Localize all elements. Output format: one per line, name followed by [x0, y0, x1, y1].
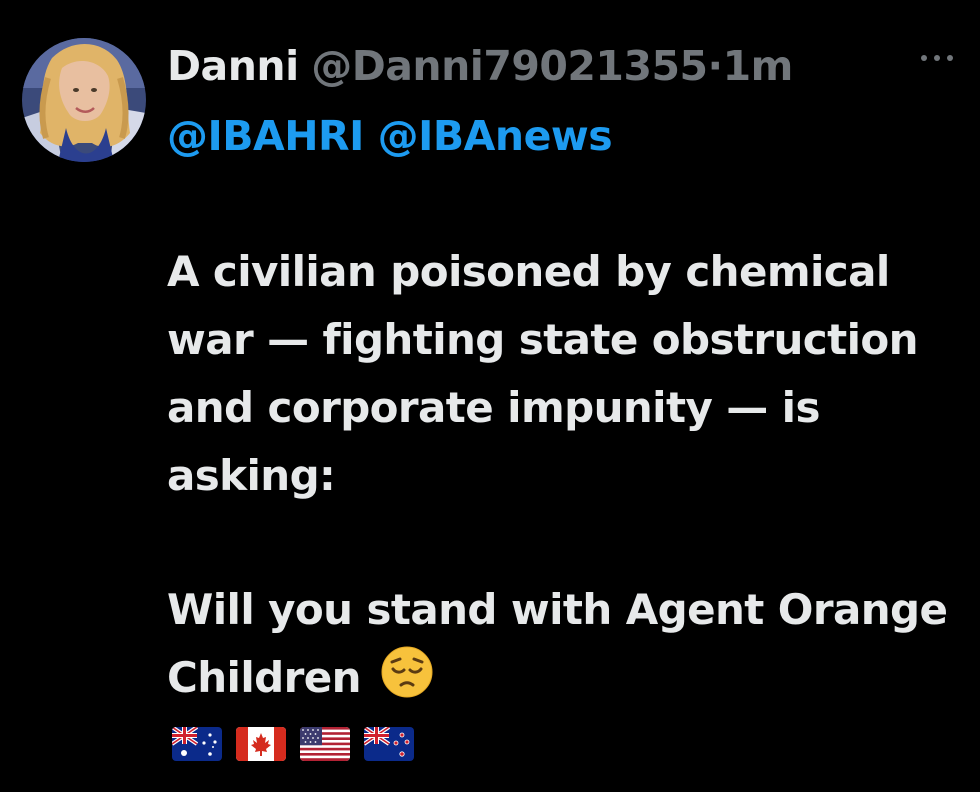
pensive-face-icon — [381, 646, 433, 698]
mention-link[interactable]: @IBAnews — [378, 112, 613, 160]
post-header: Danni @Danni79021355·1m — [167, 38, 967, 94]
new-zealand-flag-icon — [364, 727, 414, 761]
separator-dot: · — [707, 42, 724, 90]
canada-flag-icon — [236, 727, 286, 761]
flags-row — [172, 727, 414, 767]
more-horizontal-icon[interactable] — [918, 48, 956, 68]
avatar[interactable] — [22, 38, 146, 162]
post-time[interactable]: 1m — [723, 42, 794, 90]
display-name[interactable]: Danni — [167, 42, 299, 90]
australia-flag-icon — [172, 727, 222, 761]
mentions-line: @IBAHRI @IBAnews — [167, 108, 613, 164]
post-paragraph: Will you stand with Agent Orange Childre… — [167, 576, 957, 712]
united-states-flag-icon — [300, 727, 350, 761]
avatar-image — [22, 38, 146, 162]
author-handle[interactable]: @Danni79021355 — [311, 42, 708, 90]
post-paragraph-text: Will you stand with Agent Orange Childre… — [167, 585, 948, 702]
post-paragraph: A civilian poisoned by chemical war — fi… — [167, 247, 919, 500]
mention-link[interactable]: @IBAHRI — [167, 112, 364, 160]
